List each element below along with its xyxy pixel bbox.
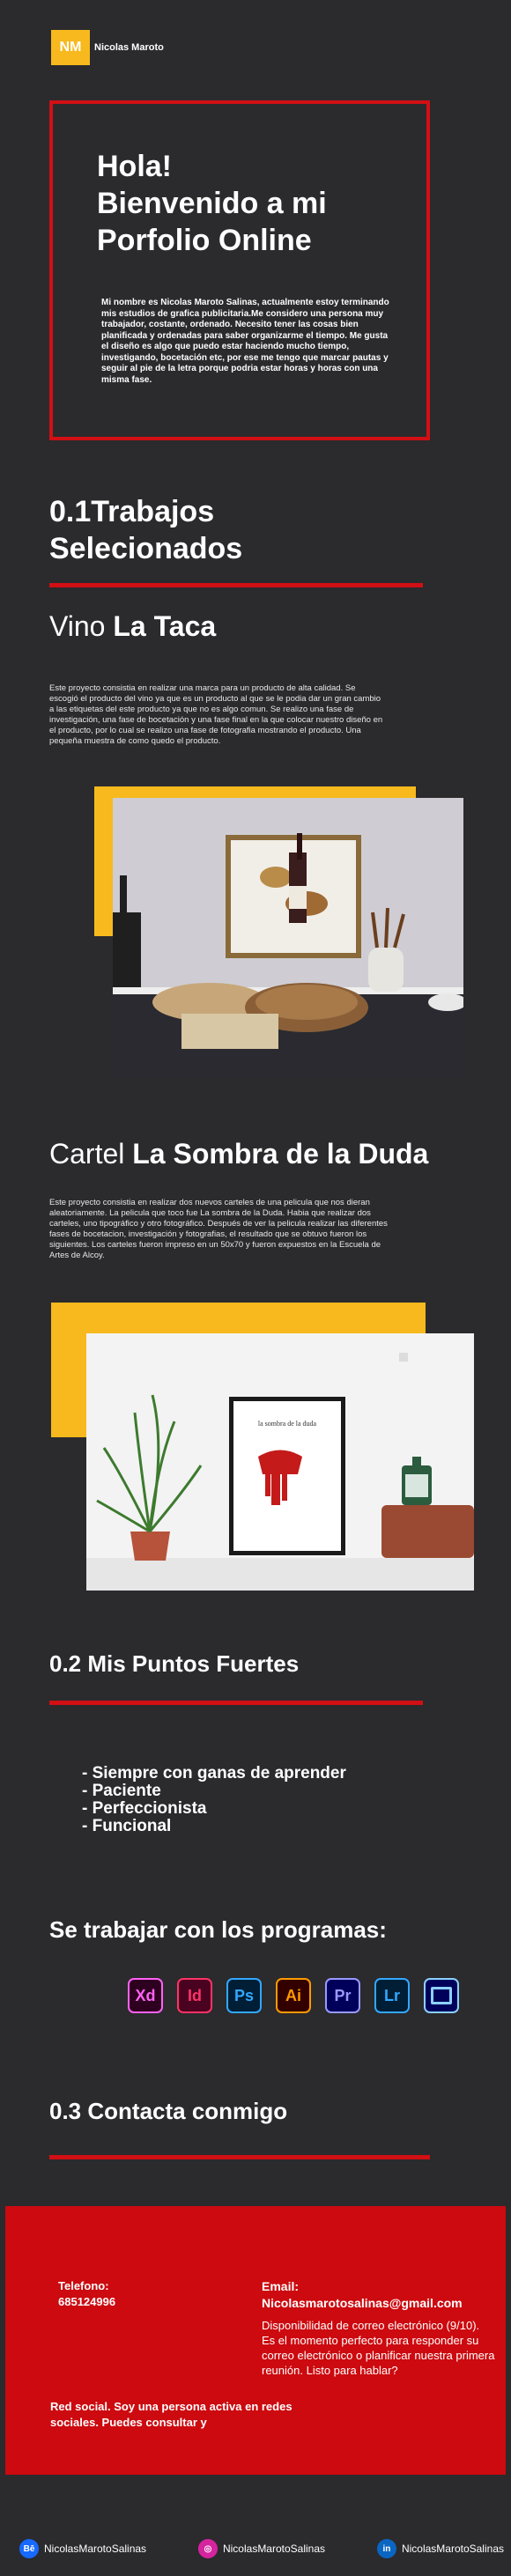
adobe-photoshop-icon[interactable]: Ps [226, 1978, 262, 2013]
list-item: - Perfeccionista [82, 1799, 207, 1818]
email-block: Email: Nicolasmarotosalinas@gmail.com [262, 2278, 491, 2312]
footer-link-label: NicolasMarotoSalinas [44, 2543, 147, 2555]
section-works-title-line2: Selecionados [49, 532, 243, 565]
section-contact-title: 0.3 Contacta conmigo [49, 2098, 288, 2124]
hero-title-line2: Bienvenido a mi [97, 187, 327, 220]
email-availability-text: Disponibilidad de correo electrónico (9/… [262, 2319, 495, 2377]
logo[interactable]: NM [51, 30, 90, 65]
phone-block: Telefono: 685124996 [58, 2278, 115, 2310]
hero-intro-text: Mi nombre es Nicolas Maroto Salinas, act… [101, 298, 389, 385]
section-strengths-title: 0.2 Mis Puntos Fuertes [49, 1650, 300, 1677]
strengths-list: - Siempre con ganas de aprender - Pacien… [82, 1765, 346, 1835]
social-text: Red social. Soy una persona activa en re… [50, 2400, 293, 2429]
hero-title: Hola! Bienvenido a mi Porfolio Online [97, 148, 396, 259]
hero-title-line1: Hola! [97, 150, 172, 183]
poster-photo-illustration: la sombra de la duda [86, 1333, 474, 1591]
footer-link-linkedin[interactable]: in NicolasMarotoSalinas [376, 2539, 504, 2558]
adobe-premiere-icon[interactable]: Pr [325, 1978, 360, 2013]
adobe-indesign-icon[interactable]: Id [177, 1978, 212, 2013]
wine-product-photo[interactable] [113, 798, 463, 1078]
project-wine-description: Este proyecto consistia en realizar una … [49, 683, 383, 746]
adobe-media-encoder-icon[interactable] [424, 1978, 459, 2013]
adobe-illustrator-icon[interactable]: Ai [276, 1978, 311, 2013]
section-divider-3 [49, 2155, 430, 2159]
linkedin-icon: in [376, 2539, 396, 2558]
phone-number[interactable]: 685124996 [58, 2294, 115, 2310]
behance-icon: Bē [19, 2539, 39, 2558]
list-item: - Paciente [82, 1782, 161, 1800]
project-poster-description: Este proyecto consistia en realizar dos … [49, 1198, 388, 1260]
section-works-title: 0.1Trabajos Selecionados [49, 493, 242, 567]
project-poster-title-prefix: Cartel [49, 1138, 125, 1170]
footer-social-links: Bē NicolasMarotoSalinas ◎ NicolasMarotoSali… [19, 2539, 504, 2558]
email-label: Email: [262, 2279, 300, 2293]
adobe-xd-icon[interactable]: Xd [128, 1978, 163, 2013]
section-works-title-line1: 0.1Trabajos [49, 495, 215, 528]
instagram-icon: ◎ [197, 2539, 218, 2558]
hero-title-line3: Porfolio Online [97, 224, 312, 257]
email-address[interactable]: Nicolasmarotosalinas@gmail.com [262, 2295, 491, 2312]
footer-link-label: NicolasMarotoSalinas [222, 2543, 326, 2555]
poster-room-photo[interactable]: la sombra de la duda [86, 1333, 474, 1591]
section-divider-2 [49, 1701, 423, 1705]
phone-label: Telefono: [58, 2279, 109, 2292]
project-wine-title: Vino La Taca [49, 610, 216, 643]
wine-photo-illustration [113, 798, 463, 1078]
footer-link-label: NicolasMarotoSalinas [401, 2543, 504, 2555]
list-item: - Siempre con ganas de aprender [82, 1764, 346, 1783]
adobe-lightroom-icon[interactable]: Lr [374, 1978, 410, 2013]
list-item: - Funcional [82, 1817, 172, 1835]
programs-icon-row: Xd Id Ps Ai Pr Lr [128, 1978, 459, 2013]
footer-link-instagram[interactable]: ◎ NicolasMarotoSalinas [197, 2539, 326, 2558]
footer-link-behance[interactable]: Bē NicolasMarotoSalinas [19, 2539, 146, 2558]
programs-title: Se trabajar con los programas: [49, 1916, 387, 1943]
project-poster-title: Cartel La Sombra de la Duda [49, 1138, 428, 1170]
project-poster-title-bold: La Sombra de la Duda [132, 1138, 429, 1170]
site-owner-name: Nicolas Maroto [94, 42, 164, 53]
section-divider [49, 583, 423, 587]
project-wine-title-prefix: Vino [49, 610, 106, 642]
poster-inner-text: la sombra de la duda [258, 1420, 317, 1428]
project-wine-title-bold: La Taca [113, 610, 217, 642]
